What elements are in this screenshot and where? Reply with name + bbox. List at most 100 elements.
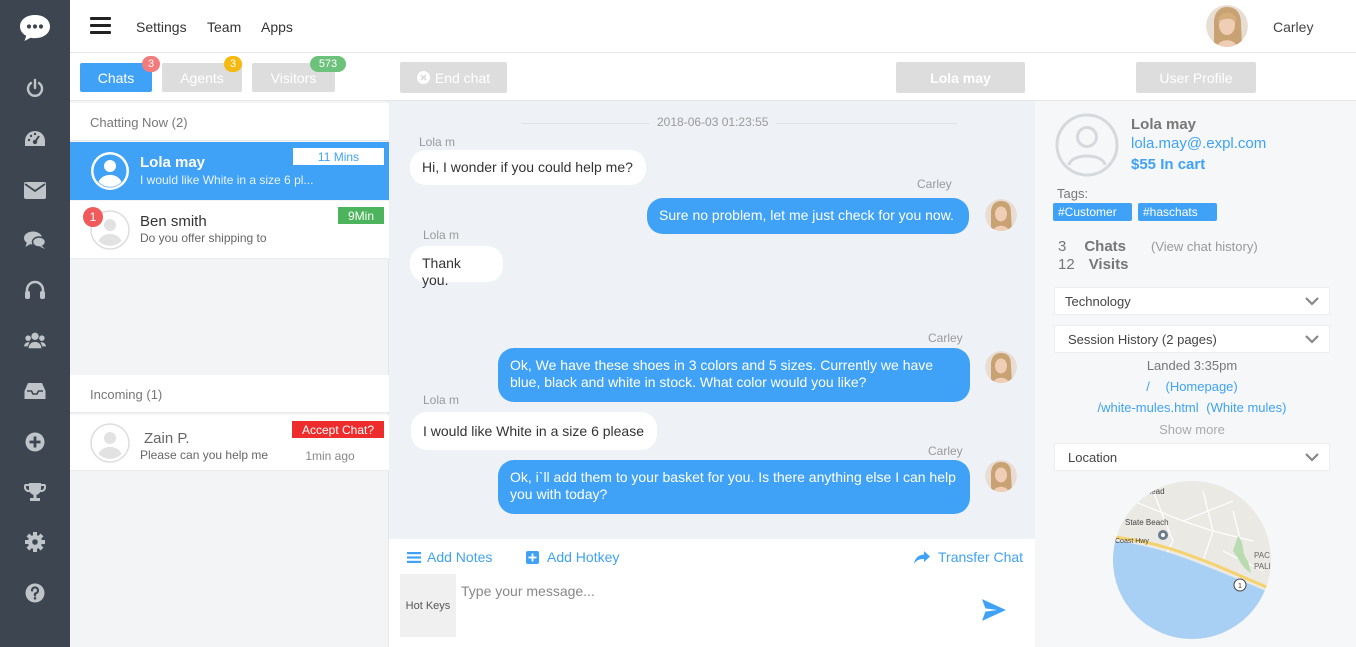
message-sender: Carley	[917, 177, 952, 191]
mail-icon[interactable]	[24, 179, 46, 201]
settings-icon[interactable]	[24, 531, 46, 553]
view-chat-history-link[interactable]: (View chat history)	[1151, 239, 1258, 254]
session-page-path: /white-mules.html	[1097, 400, 1199, 415]
map-label: State Beach	[1125, 518, 1169, 527]
message-sender: Lola m	[419, 135, 456, 149]
session-page-entry[interactable]: /white-mules.html (White mules)	[1054, 400, 1330, 415]
end-chat-label: End chat	[434, 69, 491, 86]
nav-settings-link[interactable]: Settings	[136, 19, 187, 35]
message-sender: Carley	[928, 444, 963, 458]
message-input[interactable]	[461, 579, 941, 603]
chevron-down-icon	[1305, 453, 1319, 462]
cart-label: In cart	[1160, 156, 1206, 173]
map-label: Coast Hwy	[1115, 538, 1149, 545]
profile-email[interactable]: lola.may@.expl.com	[1131, 135, 1266, 152]
chevron-down-icon	[1305, 335, 1319, 344]
session-page-entry[interactable]: / (Homepage)	[1054, 379, 1330, 394]
team-icon[interactable]	[24, 329, 46, 351]
chats-list-panel: Chats 3 Agents 3 Visitors 573 Chatting N…	[70, 53, 389, 647]
tab-chats[interactable]: Chats	[80, 63, 152, 92]
visitor-name-button[interactable]: Lola may	[896, 62, 1025, 93]
inbox-icon[interactable]	[24, 380, 46, 402]
add-hotkey-label: Add Hotkey	[547, 549, 620, 565]
message-composer: Add Notes Add Hotkey Transfer Chat Hot K…	[389, 539, 1035, 647]
add-notes-button[interactable]: Add Notes	[407, 549, 492, 565]
tab-visitors-badge: 573	[310, 56, 346, 72]
cart-amount: $55	[1131, 156, 1157, 173]
location-map[interactable]: 1 ihead State Beach Coast Hwy PAC PALI	[1113, 481, 1271, 639]
profile-cart-value: $55 In cart	[1131, 156, 1205, 173]
share-arrow-icon	[914, 550, 930, 564]
chat-list-item[interactable]: 1 Ben smith Do you offer shipping to 9Mi…	[70, 201, 389, 259]
conversation-date: 2018-06-03 01:23:55	[649, 115, 777, 129]
incoming-title: Incoming	[90, 387, 143, 402]
help-icon[interactable]	[24, 582, 46, 604]
headset-icon[interactable]	[24, 279, 46, 301]
user-avatar[interactable]	[1206, 5, 1248, 47]
chevron-down-icon	[1305, 297, 1319, 306]
transfer-chat-label: Transfer Chat	[938, 549, 1024, 565]
chat-last-message: Please can you help me	[140, 448, 269, 462]
nav-team-link[interactable]: Team	[207, 19, 241, 35]
chats-stat: 3 Chats	[1058, 238, 1126, 255]
chat-logo-icon[interactable]	[19, 14, 51, 42]
trophy-icon[interactable]	[24, 481, 46, 503]
chat-visitor-name: Ben smith	[140, 213, 207, 230]
close-circle-icon	[416, 71, 430, 84]
add-icon[interactable]	[24, 431, 46, 453]
profile-name: Lola may	[1131, 116, 1197, 133]
tab-agents-badge: 3	[224, 56, 242, 72]
message-sender: Lola m	[423, 393, 460, 407]
message-bubble: Ok, i`ll add them to your basket for you…	[498, 460, 970, 514]
session-page-title: (Homepage)	[1165, 379, 1238, 394]
agent-avatar	[985, 199, 1017, 231]
technology-accordion[interactable]: Technology	[1054, 287, 1330, 315]
power-icon[interactable]	[24, 77, 46, 99]
message-bubble: Thank you.	[410, 246, 503, 288]
accept-chat-button[interactable]: Accept Chat?	[292, 421, 384, 438]
show-more-link[interactable]: Show more	[1054, 422, 1330, 437]
send-icon[interactable]	[981, 597, 1007, 623]
conversation-toolbar: End chat Lola may	[389, 53, 1035, 101]
nav-apps-link[interactable]: Apps	[261, 19, 293, 35]
chats-icon[interactable]	[24, 229, 46, 251]
visits-count: 12	[1058, 256, 1075, 273]
chatting-now-title: Chatting Now	[90, 115, 169, 130]
user-profile-button[interactable]: User Profile	[1136, 62, 1256, 93]
dashboard-icon[interactable]	[24, 128, 46, 150]
tag-chip[interactable]: #haschats	[1138, 203, 1217, 221]
hot-keys-button[interactable]: Hot Keys	[400, 574, 456, 637]
current-user-name[interactable]: Carley	[1273, 19, 1313, 35]
message-sender: Lola m	[423, 228, 460, 242]
technology-label: Technology	[1065, 294, 1131, 309]
session-landed-time: Landed 3:35pm	[1146, 358, 1238, 373]
incoming-chat-item[interactable]: Zain P. Please can you help me Accept Ch…	[70, 415, 389, 471]
agent-avatar	[985, 351, 1017, 383]
map-label: PALI	[1254, 562, 1271, 571]
transfer-chat-button[interactable]: Transfer Chat	[914, 549, 1023, 565]
plus-square-icon	[526, 550, 539, 564]
session-page-title: (White mules)	[1206, 400, 1287, 415]
hamburger-menu-icon[interactable]	[90, 17, 111, 35]
highway-1-marker: 1	[1238, 583, 1242, 590]
visitor-avatar-icon	[90, 423, 130, 463]
incoming-wait-time: 1min ago	[305, 448, 355, 463]
visits-label: Visits	[1088, 256, 1129, 273]
chat-last-message: Do you offer shipping to	[140, 231, 267, 245]
map-label: ihead	[1145, 487, 1165, 496]
user-profile-panel: User Profile Lola may lola.may@.expl.com…	[1035, 53, 1356, 647]
add-notes-label: Add Notes	[427, 549, 493, 565]
location-accordion[interactable]: Location	[1054, 443, 1330, 471]
session-history-accordion[interactable]: Session History (2 pages)	[1054, 325, 1330, 353]
chat-last-message: I would like White in a size 6 pl...	[140, 173, 314, 187]
top-navbar: Settings Team Apps Carley	[70, 0, 1356, 53]
chat-visitor-name: Zain P.	[144, 430, 190, 447]
session-history-label: Session History (2 pages)	[1068, 332, 1217, 347]
tag-chip[interactable]: #Customer	[1053, 203, 1132, 221]
end-chat-button[interactable]: End chat	[400, 62, 507, 93]
tab-chats-label: Chats	[97, 69, 135, 86]
location-label: Location	[1068, 450, 1118, 465]
add-hotkey-button[interactable]: Add Hotkey	[526, 549, 619, 565]
message-bubble: Sure no problem, let me just check for y…	[647, 198, 969, 234]
chat-list-item[interactable]: Lola may I would like White in a size 6 …	[70, 142, 389, 200]
